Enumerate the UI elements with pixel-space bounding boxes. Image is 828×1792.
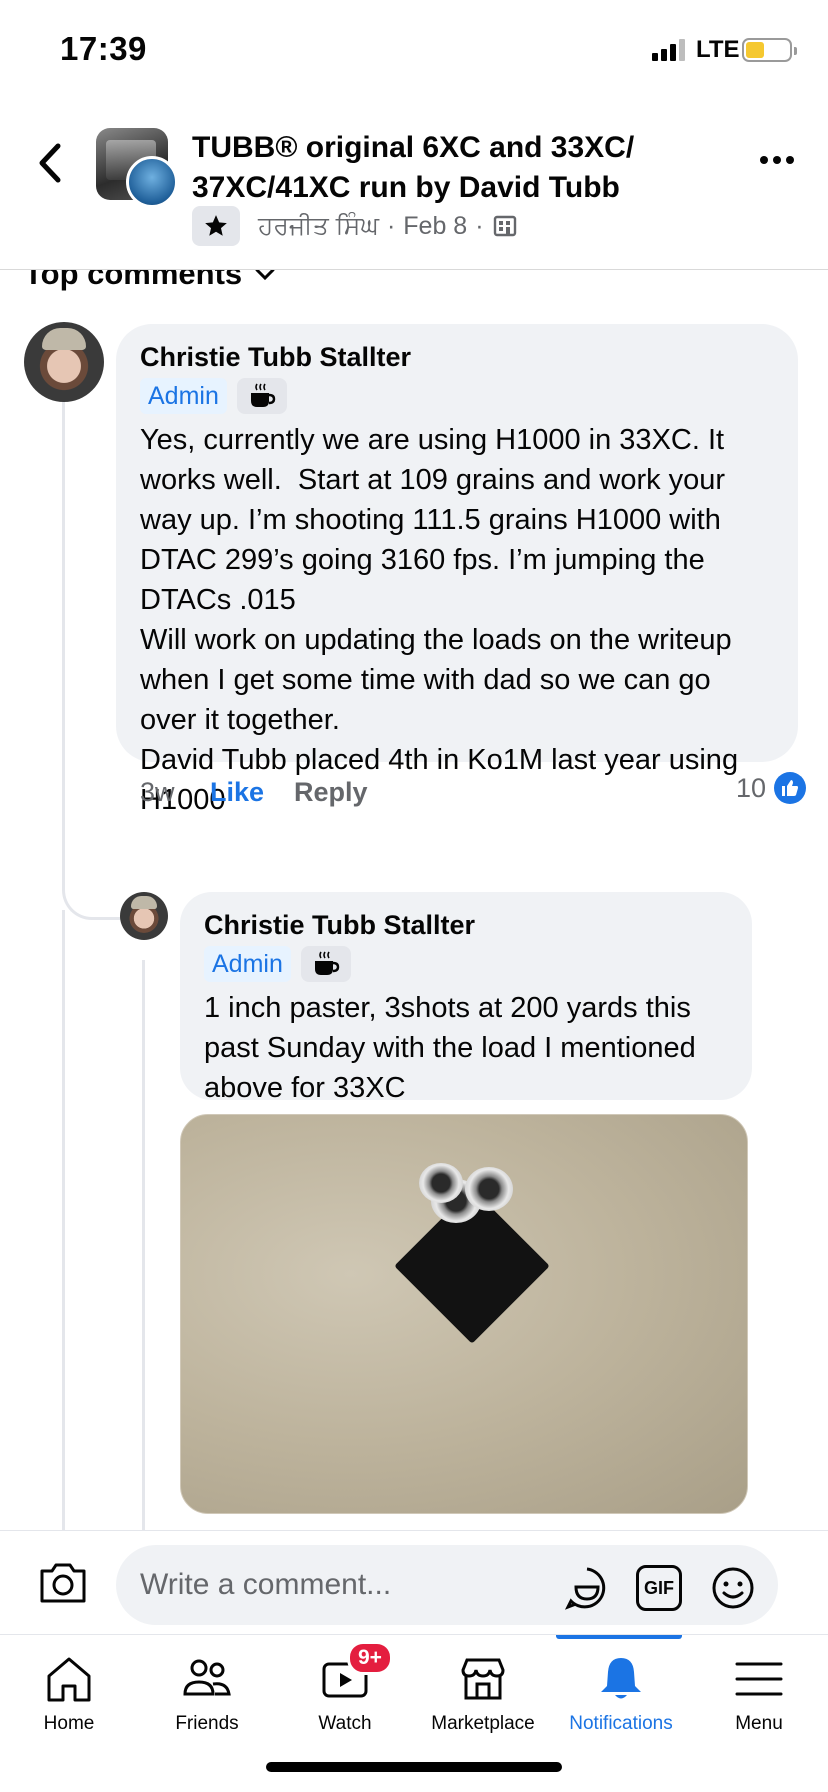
coffee-cup-icon[interactable]	[300, 946, 351, 982]
thread-line	[62, 910, 65, 1530]
comment-badges: Admin	[140, 378, 774, 414]
comment-author[interactable]: Christie Tubb Stallter	[204, 908, 728, 942]
comment-badges: Admin	[204, 946, 728, 982]
comment-actions: 3w Like Reply 10	[140, 762, 806, 822]
post-author[interactable]: ਹਰਜੀਤ ਸਿੰਘ	[258, 212, 379, 241]
bullet-hole	[465, 1167, 513, 1211]
camera-icon[interactable]	[38, 1559, 88, 1605]
author-avatar[interactable]	[126, 156, 178, 208]
comment-time: 3w	[140, 776, 175, 807]
avatar[interactable]	[24, 322, 104, 402]
bell-icon	[601, 1658, 641, 1699]
star-icon	[192, 206, 240, 246]
emoji-icon[interactable]	[710, 1565, 756, 1611]
status-time: 17:39	[60, 30, 147, 67]
tab-home[interactable]: Home	[0, 1635, 138, 1755]
coffee-cup-icon[interactable]	[236, 378, 287, 414]
tab-label: Marketplace	[431, 1713, 535, 1734]
sort-label: Top comments	[24, 270, 243, 291]
like-button[interactable]: Like	[210, 777, 294, 808]
friends-icon	[183, 1659, 231, 1696]
status-bar: 17:39 LTE	[0, 0, 828, 100]
tab-watch[interactable]: 9+ Watch	[276, 1635, 414, 1755]
separator-dot: ·	[386, 211, 396, 240]
more-icon	[760, 156, 768, 164]
menu-icon	[735, 1662, 783, 1696]
comment-bubble[interactable]: Christie Tubb Stallter Admin Yes, curren…	[116, 324, 798, 816]
tab-label: Home	[43, 1713, 95, 1734]
signal-icon	[652, 39, 688, 61]
gif-button[interactable]: GIF	[636, 1565, 682, 1611]
reply-bubble[interactable]: Christie Tubb Stallter Admin 1 inch past…	[180, 892, 752, 1104]
tab-notifications[interactable]: Notifications	[552, 1635, 690, 1755]
comments-section: Top comments Christie Tubb Stallter Admi…	[0, 270, 828, 1530]
post-header: TUBB® original 6XC and 33XC/ 37XC/41XC r…	[0, 110, 828, 270]
tab-label: Friends	[175, 1713, 239, 1734]
comment-author[interactable]: Christie Tubb Stallter	[140, 340, 774, 374]
tab-label: Notifications	[569, 1713, 673, 1734]
post-meta: ਹਰਜੀਤ ਸਿੰਘ · Feb 8 ·	[192, 206, 518, 246]
reaction-number: 10	[735, 772, 766, 803]
home-icon	[47, 1657, 91, 1702]
gif-label: GIF	[644, 1577, 674, 1598]
group-privacy-icon	[493, 215, 516, 237]
admin-badge[interactable]: Admin	[140, 378, 227, 414]
reply-button[interactable]: Reply	[294, 777, 368, 808]
comment-photo[interactable]	[180, 1114, 748, 1514]
group-title[interactable]: TUBB® original 6XC and 33XC/ 37XC/41XC r…	[192, 128, 712, 208]
chevron-left-icon	[39, 143, 61, 183]
tab-label: Menu	[735, 1713, 783, 1734]
comment-text: 1 inch paster, 3shots at 200 yards this …	[204, 992, 704, 1104]
thumbs-up-icon	[774, 772, 806, 804]
tab-friends[interactable]: Friends	[138, 1635, 276, 1755]
reaction-count[interactable]: 10	[736, 772, 806, 804]
admin-badge[interactable]: Admin	[204, 946, 291, 982]
more-options-button[interactable]	[760, 150, 796, 170]
chevron-down-icon	[255, 270, 275, 281]
post-date[interactable]: Feb 8	[403, 212, 467, 241]
marketplace-icon	[461, 1658, 505, 1700]
notification-badge: 9+	[347, 1641, 393, 1675]
comment-sort-dropdown[interactable]: Top comments	[24, 270, 276, 292]
comment-composer: GIF	[0, 1530, 828, 1634]
battery-icon	[742, 38, 797, 62]
bullet-hole	[419, 1163, 463, 1203]
avatar-sticker-icon[interactable]	[564, 1565, 610, 1611]
tab-label: Watch	[318, 1713, 372, 1734]
separator-dot: ·	[475, 211, 484, 240]
tab-marketplace[interactable]: Marketplace	[414, 1635, 552, 1755]
network-label: LTE	[696, 36, 740, 63]
comment-text: Yes, currently we are using H1000 in 33X…	[140, 424, 739, 816]
back-button[interactable]	[30, 138, 70, 188]
tab-menu[interactable]: Menu	[690, 1635, 828, 1755]
home-indicator	[266, 1762, 562, 1772]
thread-line	[142, 960, 145, 1530]
avatar[interactable]	[120, 892, 168, 940]
